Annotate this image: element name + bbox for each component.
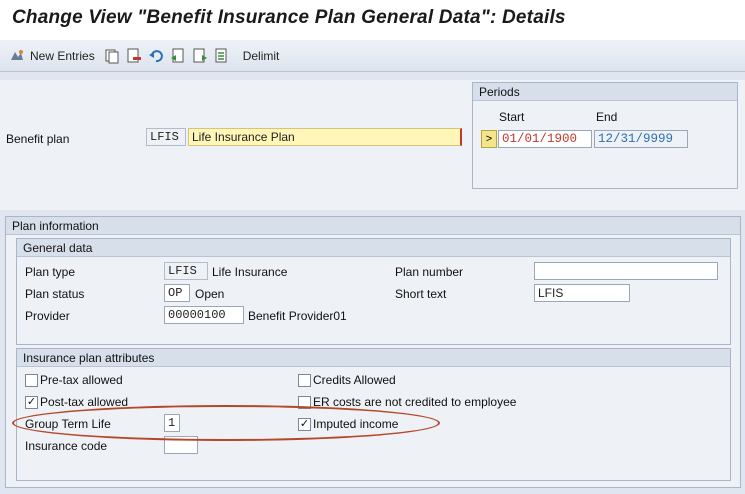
- provider-field[interactable]: 00000100: [164, 306, 244, 324]
- insurance-code-field[interactable]: [164, 436, 198, 454]
- short-text-label: Short text: [395, 287, 447, 301]
- insurance-attributes-group: Insurance plan attributes Pre-tax allowe…: [16, 348, 731, 481]
- insurance-code-label: Insurance code: [25, 439, 108, 453]
- group-term-life-label: Group Term Life: [25, 417, 111, 431]
- new-entries-button[interactable]: New Entries: [30, 49, 95, 63]
- plan-status-text: Open: [195, 287, 225, 301]
- plan-type-code: LFIS: [164, 262, 208, 280]
- general-data-group: General data Plan type LFIS Life Insuran…: [16, 238, 731, 345]
- end-label: End: [596, 110, 618, 124]
- imputed-income-checkbox[interactable]: ✓: [298, 418, 311, 431]
- plan-type-text: Life Insurance: [212, 265, 288, 279]
- previous-entry-icon[interactable]: [169, 47, 187, 65]
- credits-label: Credits Allowed: [313, 373, 396, 387]
- insurance-attributes-title: Insurance plan attributes: [17, 349, 730, 367]
- end-date-field[interactable]: 12/31/9999: [594, 130, 688, 148]
- plan-status-field[interactable]: OP: [164, 284, 190, 302]
- plan-information-title: Plan information: [6, 217, 740, 235]
- er-costs-label: ER costs are not credited to employee: [313, 395, 517, 409]
- start-label: Start: [499, 110, 525, 124]
- er-costs-checkbox[interactable]: [298, 396, 311, 409]
- start-date-field[interactable]: 01/01/1900: [498, 130, 592, 148]
- page-title: Change View "Benefit Insurance Plan Gene…: [0, 0, 745, 40]
- plan-information-group: Plan information General data Plan type …: [5, 216, 741, 488]
- post-tax-label: Post-tax allowed: [40, 395, 129, 409]
- pre-tax-checkbox[interactable]: [25, 374, 38, 387]
- benefit-plan-name-field[interactable]: Life Insurance Plan: [188, 128, 462, 146]
- group-term-life-field[interactable]: 1: [164, 414, 180, 432]
- plan-type-label: Plan type: [25, 265, 76, 279]
- periods-group: Periods Start End > 01/01/1900 12/31/999…: [472, 82, 738, 189]
- plan-number-label: Plan number: [395, 265, 464, 279]
- general-data-title: General data: [17, 239, 730, 257]
- plan-status-label: Plan status: [25, 287, 85, 301]
- period-select-button[interactable]: >: [481, 130, 497, 148]
- display-change-icon[interactable]: [8, 47, 26, 65]
- header-area: Benefit plan LFIS Life Insurance Plan Pe…: [0, 80, 745, 210]
- plan-number-field[interactable]: [534, 262, 718, 280]
- delete-icon[interactable]: [125, 47, 143, 65]
- credits-checkbox[interactable]: [298, 374, 311, 387]
- pre-tax-label: Pre-tax allowed: [40, 373, 123, 387]
- provider-label: Provider: [25, 309, 70, 323]
- post-tax-checkbox[interactable]: ✓: [25, 396, 38, 409]
- provider-text: Benefit Provider01: [248, 309, 347, 323]
- imputed-income-label: Imputed income: [313, 417, 399, 431]
- benefit-plan-label: Benefit plan: [6, 132, 70, 146]
- undo-icon[interactable]: [147, 47, 165, 65]
- select-all-icon[interactable]: [213, 47, 231, 65]
- short-text-field[interactable]: LFIS: [534, 284, 630, 302]
- toolbar: New Entries Delimit: [0, 40, 745, 72]
- periods-title: Periods: [473, 83, 737, 101]
- benefit-plan-code: LFIS: [146, 128, 186, 146]
- next-entry-icon[interactable]: [191, 47, 209, 65]
- delimit-button[interactable]: Delimit: [243, 49, 280, 63]
- copy-icon[interactable]: [103, 47, 121, 65]
